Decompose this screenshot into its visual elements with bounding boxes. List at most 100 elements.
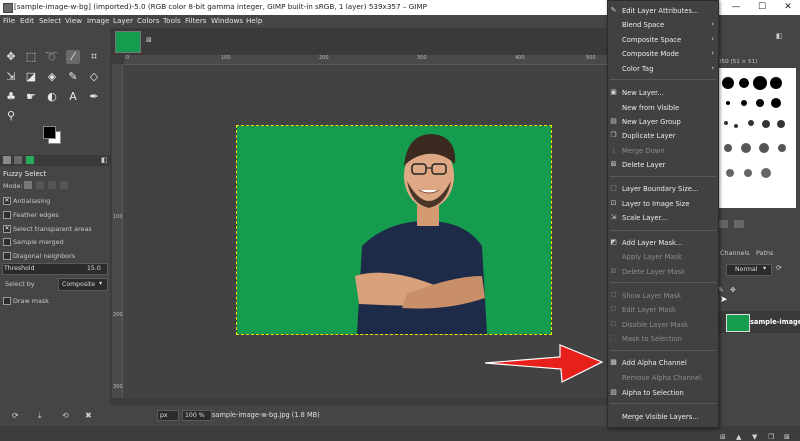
menu-mask-to-selection[interactable]: ⬚ Mask to Selection xyxy=(608,332,718,346)
menu-apply-layer-mask[interactable]: Apply Layer Mask xyxy=(608,250,718,264)
select-by-dropdown[interactable]: Composite ▾ xyxy=(58,278,108,291)
eraser-icon[interactable]: ◇ xyxy=(87,70,101,84)
menu-blend-space[interactable]: Blend Space › xyxy=(608,18,718,32)
select-transparent-checkbox[interactable]: ✕ xyxy=(3,225,11,233)
menu-merge-down[interactable]: ⤓ Merge Down xyxy=(608,144,718,158)
mode-add-icon[interactable] xyxy=(36,181,44,189)
menu-scale-layer[interactable]: ⇲ Scale Layer... xyxy=(608,211,718,225)
threshold-slider[interactable]: Threshold 15.0 xyxy=(2,263,108,275)
mode-replace-icon[interactable] xyxy=(24,181,32,189)
layer-mode-dropdown[interactable]: Normal ▾ xyxy=(726,264,772,276)
dock-menu-icon[interactable]: ◧ xyxy=(776,32,783,40)
warp-icon[interactable]: ◪ xyxy=(24,70,38,84)
close-tab-icon[interactable]: ⊠ xyxy=(146,36,152,44)
menu-show-layer-mask[interactable]: ☐ Show Layer Mask xyxy=(608,289,718,303)
menu-color-tag[interactable]: Color Tag › xyxy=(608,62,718,76)
menu-edit-layer-attributes[interactable]: ✎ Edit Layer Attributes... xyxy=(608,4,718,18)
menu-duplicate-layer[interactable]: ❐ Duplicate Layer xyxy=(608,129,718,143)
undo-history-tab-icon[interactable] xyxy=(26,156,34,164)
menu-tools[interactable]: Tools xyxy=(163,16,181,25)
antialiasing-checkbox[interactable]: ✕ xyxy=(3,197,11,205)
delete-preset-icon[interactable]: ✖ xyxy=(85,411,92,420)
diagonal-neighbors-checkbox[interactable] xyxy=(3,252,11,260)
sample-merged-checkbox[interactable] xyxy=(3,238,11,246)
raise-layer-icon[interactable]: ▲ xyxy=(736,433,741,441)
mode-intersect-icon[interactable] xyxy=(60,181,68,189)
menu-help[interactable]: Help xyxy=(246,16,262,25)
transform-icon[interactable]: ⇲ xyxy=(4,70,18,84)
menu-edit[interactable]: Edit xyxy=(20,16,34,25)
menu-windows[interactable]: Windows xyxy=(211,16,243,25)
vertical-ruler: 100 200 300 xyxy=(112,64,123,398)
brush-edit-icon[interactable] xyxy=(718,220,728,228)
menu-image[interactable]: Image xyxy=(87,16,110,25)
menu-alpha-to-selection[interactable]: ▧ Alpha to Selection xyxy=(608,386,718,400)
bucket-fill-icon[interactable]: ◈ xyxy=(45,70,59,84)
menu-layer-to-image-size[interactable]: ⊡ Layer to Image Size xyxy=(608,197,718,211)
reset-mode-icon[interactable]: ⟳ xyxy=(776,264,782,272)
tool-options-tab-icon[interactable] xyxy=(3,156,11,164)
menu-file[interactable]: File xyxy=(3,16,15,25)
reset-icon[interactable]: ⟳ xyxy=(12,411,19,420)
zoom-icon[interactable]: ⚲ xyxy=(4,109,18,123)
menu-merge-visible-layers[interactable]: Merge Visible Layers... xyxy=(608,410,718,424)
foreground-color-swatch[interactable] xyxy=(43,126,56,139)
image-tab-thumbnail[interactable] xyxy=(115,31,141,53)
smudge-icon[interactable]: ☛ xyxy=(24,90,38,104)
brush-new-icon[interactable] xyxy=(734,220,744,228)
color-picker-icon[interactable]: ✒ xyxy=(87,90,101,104)
device-status-tab-icon[interactable] xyxy=(14,156,22,164)
menu-separator xyxy=(610,176,716,177)
new-layer-icon[interactable]: ⊞ xyxy=(720,433,726,441)
menu-layer[interactable]: Layer xyxy=(113,16,133,25)
menu-new-layer-group[interactable]: ▤ New Layer Group xyxy=(608,115,718,129)
heal-icon[interactable]: ♣ xyxy=(4,90,18,104)
menu-remove-alpha-channel[interactable]: Remove Alpha Channel xyxy=(608,371,718,385)
crop-icon[interactable]: ⌗ xyxy=(87,50,101,64)
lower-layer-icon[interactable]: ▼ xyxy=(752,433,757,441)
menu-layer-boundary-size[interactable]: ⬚ Layer Boundary Size... xyxy=(608,182,718,196)
dodge-icon[interactable]: ◐ xyxy=(45,90,59,104)
fuzzy-select-icon[interactable]: ⁄ xyxy=(66,50,80,64)
menu-colors[interactable]: Colors xyxy=(137,16,160,25)
zoom-dropdown[interactable]: 100 % xyxy=(182,410,212,421)
menu-new-layer[interactable]: ▣ New Layer... xyxy=(608,86,718,100)
panel-menu-icon[interactable]: ◧ xyxy=(101,156,108,164)
tab-channels[interactable]: Channels xyxy=(720,249,750,257)
menu-composite-space[interactable]: Composite Space › xyxy=(608,33,718,47)
menu-filters[interactable]: Filters xyxy=(185,16,207,25)
image-canvas[interactable] xyxy=(236,125,552,335)
minimize-button[interactable]: — xyxy=(724,0,748,15)
menu-edit-layer-mask[interactable]: ☐ Edit Layer Mask xyxy=(608,303,718,317)
brush-grid[interactable] xyxy=(716,68,796,208)
rect-select-icon[interactable]: ⬚ xyxy=(24,50,38,64)
lasso-icon[interactable]: ➰ xyxy=(45,50,59,64)
menu-delete-layer[interactable]: ⊠ Delete Layer xyxy=(608,158,718,172)
path-icon[interactable]: A xyxy=(66,90,80,104)
menu-select[interactable]: Select xyxy=(39,16,61,25)
restore-preset-icon[interactable]: ⟲ xyxy=(62,411,69,420)
menu-view[interactable]: View xyxy=(65,16,82,25)
delete-layer-icon[interactable]: ⊠ xyxy=(784,433,790,441)
move-icon[interactable]: ✥ xyxy=(4,50,18,64)
paintbrush-icon[interactable]: ✎ xyxy=(66,70,80,84)
menu-new-from-visible[interactable]: New from Visible xyxy=(608,101,718,115)
menu-add-alpha-channel[interactable]: ▦ Add Alpha Channel xyxy=(608,356,718,370)
close-button[interactable]: ✕ xyxy=(776,0,800,15)
menu-disable-layer-mask[interactable]: ☐ Disable Layer Mask xyxy=(608,318,718,332)
layer-row[interactable]: sample-image xyxy=(716,311,800,333)
annotation-arrow xyxy=(484,344,604,383)
unit-dropdown[interactable]: px xyxy=(157,410,179,421)
menu-delete-layer-mask[interactable]: ⊠ Delete Layer Mask xyxy=(608,265,718,279)
draw-mask-checkbox[interactable] xyxy=(3,297,11,305)
save-preset-icon[interactable]: ⤓ xyxy=(38,411,42,421)
lock-position-icon[interactable]: ✥ xyxy=(730,286,736,294)
feather-edges-checkbox[interactable] xyxy=(3,211,11,219)
duplicate-layer-icon[interactable]: ❐ xyxy=(768,433,774,441)
menu-composite-mode[interactable]: Composite Mode › xyxy=(608,47,718,61)
mode-subtract-icon[interactable] xyxy=(48,181,56,189)
menu-add-layer-mask[interactable]: ◩ Add Layer Mask... xyxy=(608,236,718,250)
maximize-button[interactable]: ☐ xyxy=(750,0,774,15)
tab-paths[interactable]: Paths xyxy=(756,249,773,257)
portrait-photo xyxy=(355,134,487,334)
